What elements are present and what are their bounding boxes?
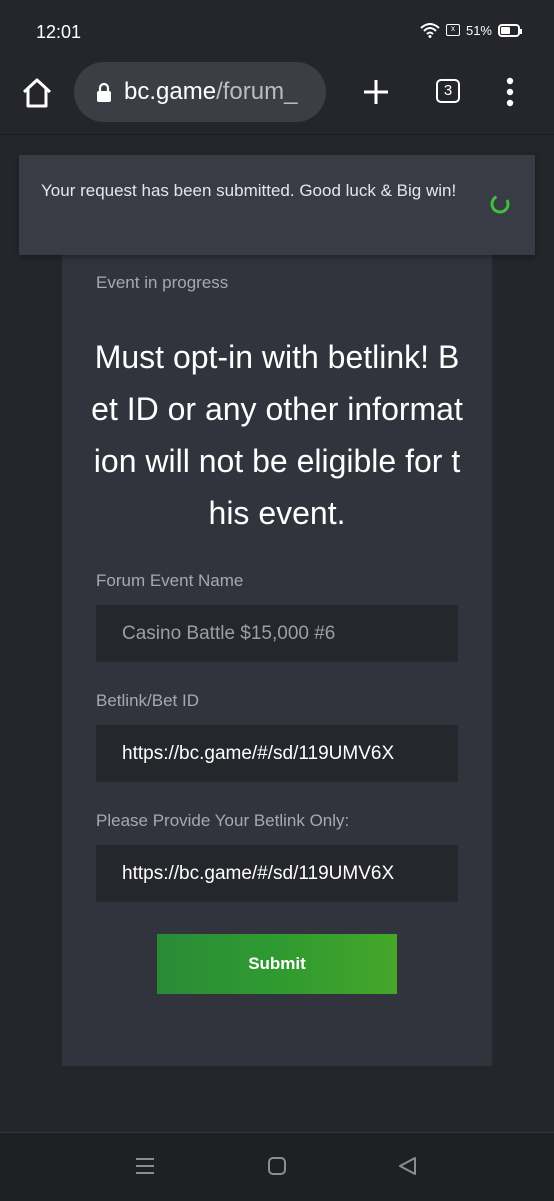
betlink-label: Betlink/Bet ID	[96, 691, 199, 710]
event-title: Must opt-in with betlink! Bet ID or any …	[91, 339, 463, 531]
event-form-card: Event in progress Must opt-in with betli…	[62, 253, 492, 1066]
loading-spinner-icon	[490, 194, 510, 214]
betlink-only-field[interactable]	[96, 845, 458, 902]
back-icon[interactable]	[396, 1155, 418, 1177]
lock-icon	[97, 82, 111, 102]
browser-toolbar: bc.game/forum_ 3	[0, 62, 554, 135]
event-name-label: Forum Event Name	[96, 571, 244, 590]
web-page: Event in progress Must opt-in with betli…	[0, 135, 554, 1132]
event-status: Event in progress	[96, 273, 229, 292]
toast-message: Your request has been submitted. Good lu…	[41, 181, 457, 200]
system-nav-bar	[0, 1132, 554, 1201]
url-host: bc.game	[124, 78, 217, 105]
wifi-icon	[420, 23, 440, 38]
event-name-field[interactable]	[96, 605, 458, 662]
address-bar[interactable]: bc.game/forum_	[74, 62, 326, 122]
more-menu-icon[interactable]	[500, 76, 520, 108]
success-toast: Your request has been submitted. Good lu…	[19, 155, 535, 255]
new-tab-icon[interactable]	[358, 74, 394, 110]
submit-button[interactable]: Submit	[157, 934, 397, 994]
status-icons: x 51%	[420, 22, 522, 38]
battery-percent: 51%	[465, 22, 492, 38]
url-path: /forum_	[216, 78, 298, 105]
status-time: 12:01	[36, 22, 82, 42]
recent-apps-icon[interactable]	[134, 1155, 156, 1177]
url-text: bc.game/forum_	[124, 78, 297, 106]
betlink-field[interactable]	[96, 725, 458, 782]
betlink-only-label: Please Provide Your Betlink Only:	[96, 811, 350, 830]
home-icon[interactable]	[20, 76, 54, 110]
tab-switcher-button[interactable]: 3	[436, 79, 460, 103]
status-bar: 12:01 x 51%	[0, 0, 554, 62]
battery-icon	[498, 23, 522, 37]
home-nav-icon[interactable]	[266, 1155, 288, 1177]
sim-icon: x	[445, 24, 460, 36]
